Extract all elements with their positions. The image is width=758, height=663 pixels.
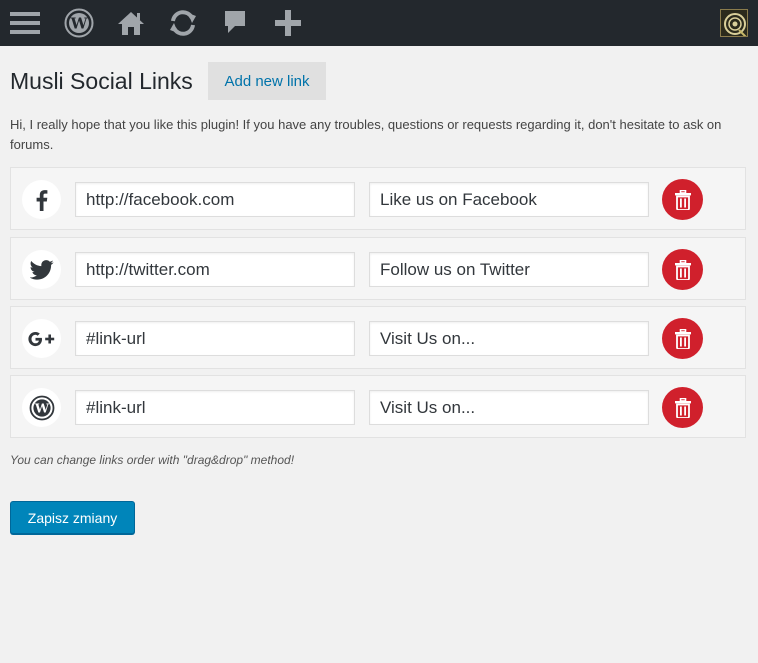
add-new-link-button[interactable]: Add new link: [208, 62, 326, 100]
link-url-input[interactable]: [75, 321, 355, 356]
trash-icon: [674, 189, 691, 210]
trash-icon: [674, 328, 691, 349]
link-row[interactable]: [10, 237, 746, 300]
link-row[interactable]: W: [10, 375, 746, 438]
trash-icon: [674, 259, 691, 280]
delete-link-button[interactable]: [662, 387, 703, 428]
link-url-input[interactable]: [75, 182, 355, 217]
facebook-icon: [22, 180, 61, 219]
home-icon[interactable]: [114, 0, 148, 46]
wordpress-icon: W: [22, 388, 61, 427]
delete-link-button[interactable]: [662, 249, 703, 290]
link-row[interactable]: [10, 167, 746, 230]
admin-bar: W: [0, 0, 758, 46]
svg-text:W: W: [33, 400, 49, 415]
delete-link-button[interactable]: [662, 318, 703, 359]
trash-icon: [674, 397, 691, 418]
intro-text: Hi, I really hope that you like this plu…: [10, 117, 722, 152]
new-content-icon[interactable]: [272, 0, 304, 46]
drag-drop-hint: You can change links order with "drag&dr…: [10, 453, 295, 467]
link-url-input[interactable]: [75, 390, 355, 425]
svg-text:W: W: [70, 15, 89, 33]
menu-icon[interactable]: [8, 0, 42, 46]
twitter-icon: [22, 250, 61, 289]
updates-icon[interactable]: [165, 0, 201, 46]
wordpress-icon[interactable]: W: [62, 0, 96, 46]
comments-icon[interactable]: [220, 0, 250, 46]
save-changes-button[interactable]: Zapisz zmiany: [10, 501, 135, 534]
link-row[interactable]: [10, 306, 746, 369]
link-label-input[interactable]: [369, 252, 649, 287]
user-avatar[interactable]: [720, 9, 748, 37]
google-plus-icon: [22, 319, 61, 358]
link-label-input[interactable]: [369, 321, 649, 356]
link-url-input[interactable]: [75, 252, 355, 287]
link-label-input[interactable]: [369, 182, 649, 217]
page-title: Musli Social Links: [10, 68, 193, 94]
delete-link-button[interactable]: [662, 179, 703, 220]
link-label-input[interactable]: [369, 390, 649, 425]
